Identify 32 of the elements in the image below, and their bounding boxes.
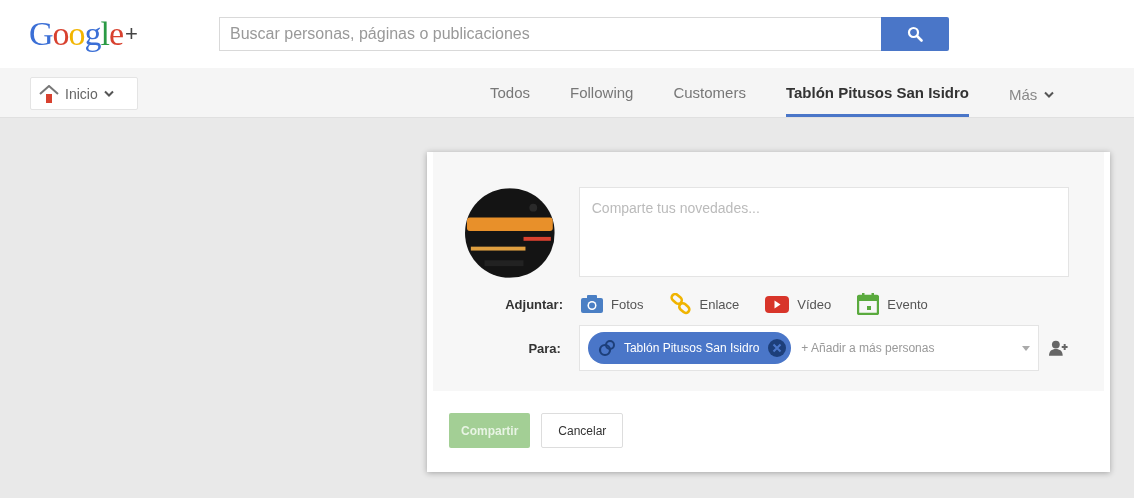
camera-icon — [581, 295, 603, 313]
home-dropdown[interactable]: Inicio — [30, 77, 138, 110]
house-icon — [39, 84, 59, 103]
dropdown-caret-icon[interactable] — [1022, 345, 1031, 351]
circles-icon — [597, 339, 616, 357]
chevron-down-icon — [1044, 90, 1055, 98]
video-play-icon — [765, 295, 790, 313]
attach-option[interactable]: Vídeo — [765, 293, 832, 315]
home-label: Inicio — [65, 85, 98, 102]
search-icon — [907, 26, 923, 42]
more-menu[interactable]: Más — [989, 71, 1075, 117]
nav-tab[interactable]: Customers — [653, 71, 766, 117]
post-field[interactable]: Comparte tus novedades... — [578, 187, 1069, 277]
nav-tab[interactable]: Following — [550, 71, 654, 117]
attach-option[interactable]: Evento — [857, 293, 928, 315]
remove-icon[interactable] — [767, 338, 788, 358]
nav-tab[interactable]: Tablón Pitusos San Isidro — [785, 71, 969, 117]
chevron-down-icon — [103, 90, 114, 97]
attach-label: Adjuntar: — [504, 296, 564, 312]
attach-option[interactable]: Fotos — [581, 293, 644, 315]
cancel-button[interactable]: Cancelar — [541, 413, 624, 448]
nav-tab[interactable]: Todos — [470, 71, 551, 117]
add-person-icon[interactable] — [1049, 340, 1069, 356]
audience-chip[interactable]: Tablón Pitusos San Isidro — [587, 332, 792, 364]
audience-field[interactable]: Tablón Pitusos San Isidro + Añadir a más personas — [578, 325, 1040, 371]
search-button[interactable] — [881, 17, 949, 51]
search-field[interactable]: Buscar personas, páginas o publicaciones — [219, 17, 881, 51]
attach-option[interactable]: Enlace — [669, 293, 740, 315]
link-icon — [669, 293, 692, 315]
audience-label: Para: — [527, 340, 562, 356]
calendar-icon — [857, 293, 880, 315]
add-people-field[interactable]: + Añadir a más personas — [799, 340, 1023, 356]
